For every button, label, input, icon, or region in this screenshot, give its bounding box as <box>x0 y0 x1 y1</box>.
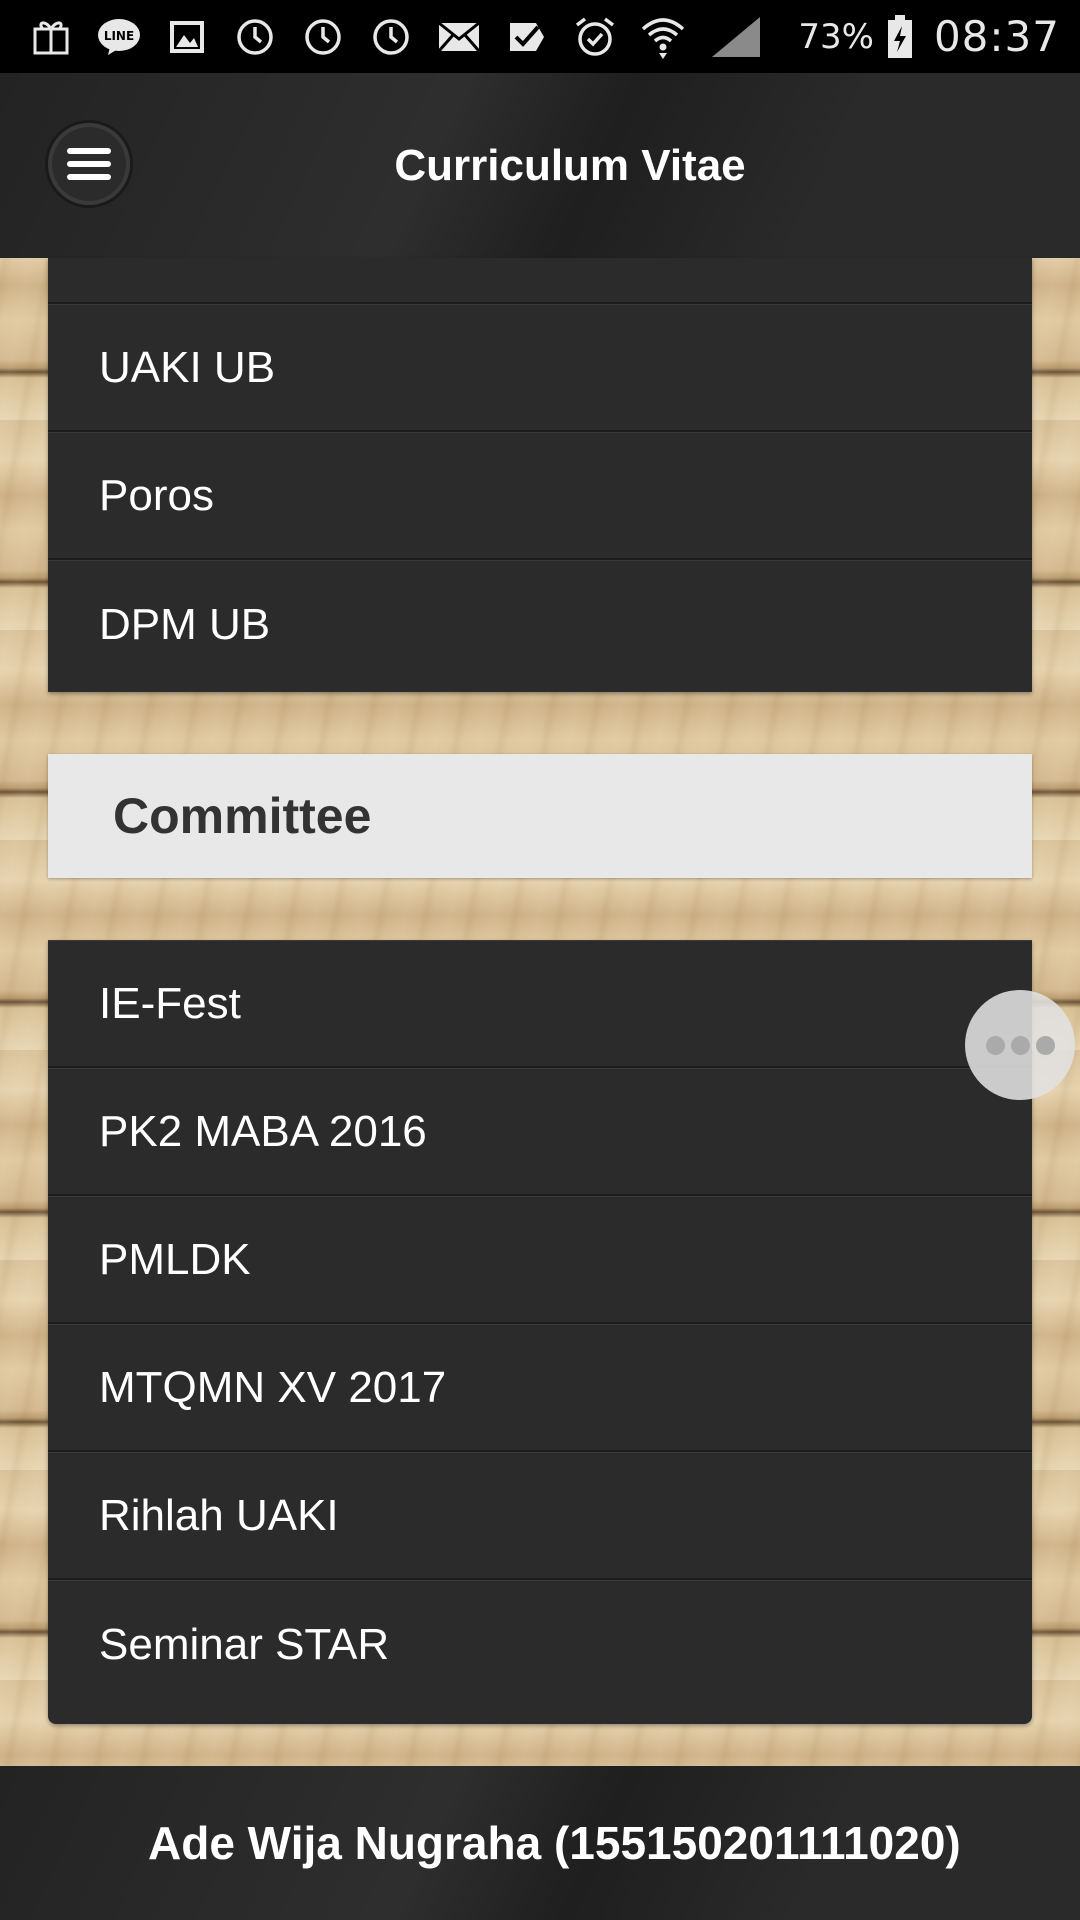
status-right: 73% 08:37 <box>798 12 1060 61</box>
floating-more-button[interactable] <box>965 990 1075 1100</box>
hamburger-menu-icon <box>67 148 111 180</box>
alarm-history-icon <box>368 14 414 60</box>
alarm-history-icon <box>232 14 278 60</box>
list-item[interactable]: IE-Fest <box>48 940 1032 1068</box>
signal-icon <box>708 14 764 60</box>
organizations-list: UAKI UB Poros DPM UB <box>48 258 1032 692</box>
status-bar: LINE 73% 08:37 <box>0 0 1080 73</box>
section-header-committee: Committee <box>48 754 1032 878</box>
list-item[interactable]: Seminar STAR <box>48 1580 1032 1708</box>
app-header: Curriculum Vitae <box>0 73 1080 258</box>
list-item[interactable]: Rihlah UAKI <box>48 1452 1032 1580</box>
alarm-clock-icon <box>572 14 618 60</box>
gift-icon <box>28 14 74 60</box>
list-item-partial[interactable] <box>48 258 1032 304</box>
footer-author: Ade Wija Nugraha (155150201111020) <box>148 1817 961 1869</box>
clock: 08:37 <box>933 12 1060 61</box>
menu-button[interactable] <box>48 123 130 205</box>
more-dots-icon <box>1010 1035 1030 1055</box>
committee-list: IE-Fest PK2 MABA 2016 PMLDK MTQMN XV 201… <box>48 940 1032 1724</box>
list-item[interactable]: PMLDK <box>48 1196 1032 1324</box>
more-dots-icon <box>1035 1035 1055 1055</box>
list-item[interactable]: PK2 MABA 2016 <box>48 1068 1032 1196</box>
wifi-icon <box>640 14 686 60</box>
list-item[interactable]: Poros <box>48 432 1032 560</box>
notification-icons: LINE <box>28 14 798 60</box>
battery-charging-icon <box>884 14 916 60</box>
list-item[interactable]: DPM UB <box>48 560 1032 688</box>
more-dots-icon <box>985 1035 1005 1055</box>
line-app-icon: LINE <box>96 14 142 60</box>
image-icon <box>164 14 210 60</box>
page-title: Curriculum Vitae <box>394 140 746 190</box>
task-check-icon <box>504 14 550 60</box>
line-icon-label: LINE <box>104 29 134 43</box>
alarm-history-icon <box>300 14 346 60</box>
list-item[interactable]: UAKI UB <box>48 304 1032 432</box>
mail-icon <box>436 14 482 60</box>
list-item[interactable]: MTQMN XV 2017 <box>48 1324 1032 1452</box>
battery-percent: 73% <box>798 16 874 57</box>
footer: Ade Wija Nugraha (155150201111020) <box>0 1766 1080 1920</box>
